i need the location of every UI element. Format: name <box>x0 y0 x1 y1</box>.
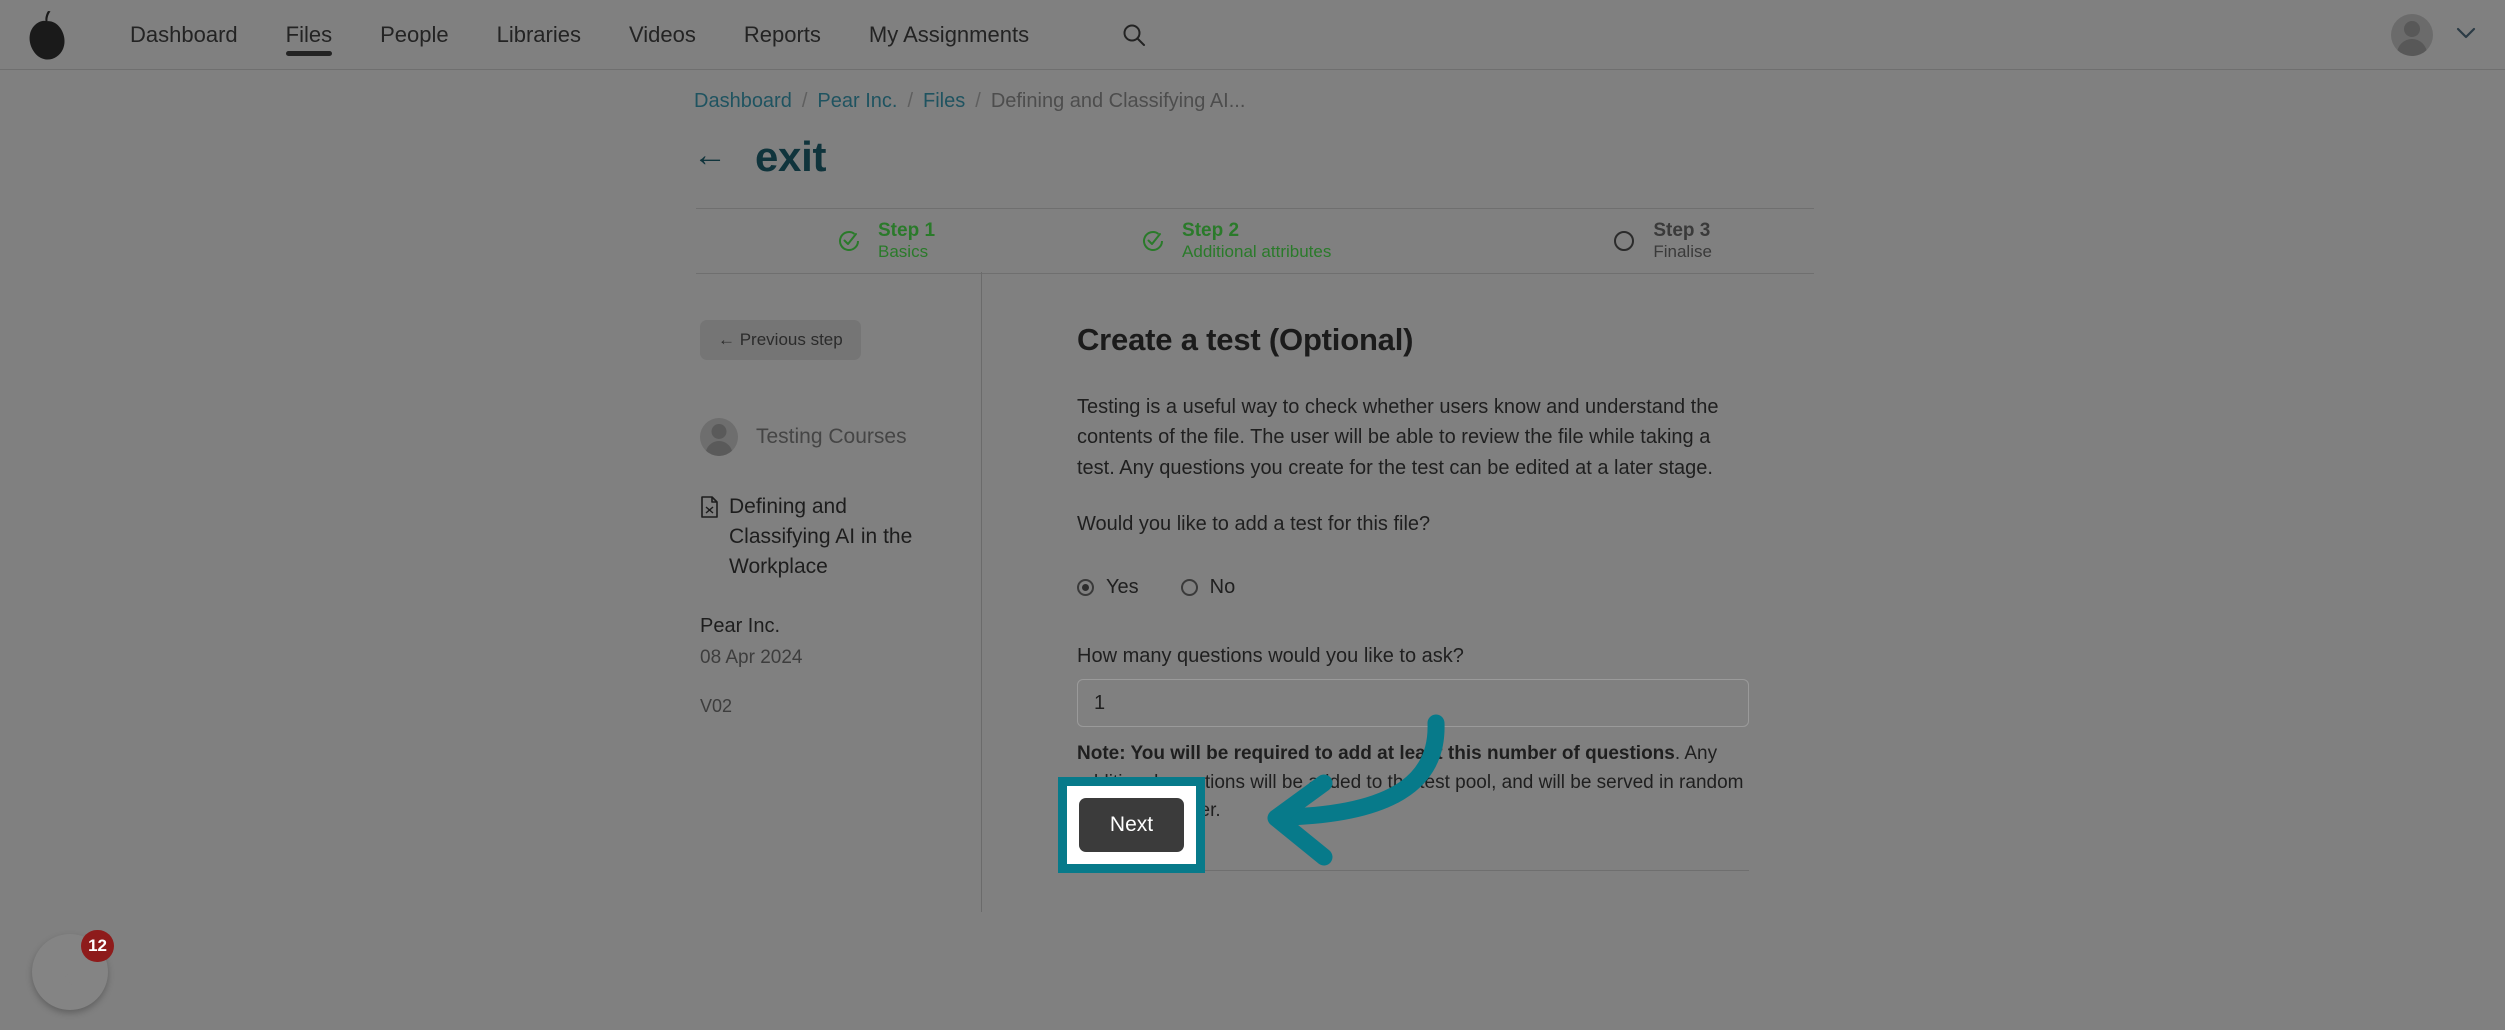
nav-item-label: Videos <box>628 21 696 47</box>
wizard-step-2[interactable]: Step 2 Additional attributes <box>1140 220 1331 262</box>
empty-circle-icon <box>1611 228 1637 254</box>
app-root: Dashboard Files People Libraries Videos … <box>0 0 2505 1030</box>
wizard-step-1-text: Step 1 Basics <box>878 220 935 262</box>
avatar-head <box>2404 21 2420 37</box>
breadcrumb-separator: / <box>907 90 914 112</box>
breadcrumb-item-dashboard[interactable]: Dashboard <box>694 90 792 113</box>
note-bold-part: Note: You will be required to add at lea… <box>1077 743 1675 765</box>
question-count-label: How many questions would you like to ask… <box>1077 645 1464 668</box>
nav-item-label: My Assignments <box>868 21 1030 47</box>
wizard-step-title: Step 2 <box>1182 219 1240 241</box>
help-widget: 12 <box>32 930 114 1010</box>
nav-item-label: Reports <box>743 21 821 47</box>
wizard-step-3-text: Step 3 Finalise <box>1653 220 1712 262</box>
nav-item-label: Files <box>285 21 333 47</box>
chevron-down-icon[interactable] <box>2455 26 2477 45</box>
nav-item-files[interactable]: Files <box>285 0 333 70</box>
form-intro-text: Testing is a useful way to check whether… <box>1077 396 1719 479</box>
page-header: ← exit <box>693 133 826 181</box>
check-circle-icon <box>836 228 862 254</box>
nav-item-label: Dashboard <box>130 21 238 47</box>
course-row: Testing Courses <box>700 418 965 456</box>
next-button-highlight-box: Next <box>1058 777 1205 873</box>
organisation-name: Pear Inc. <box>700 615 781 638</box>
wizard-step-subtitle: Additional attributes <box>1182 241 1332 261</box>
nav-links: Dashboard Files People Libraries Videos … <box>130 0 1147 70</box>
wizard-step-3[interactable]: Step 3 Finalise <box>1611 220 1712 262</box>
column-divider <box>981 272 982 912</box>
pear-logo-icon[interactable] <box>0 0 90 70</box>
radio-yes[interactable] <box>1077 579 1094 597</box>
course-avatar-icon <box>700 418 738 456</box>
course-name: Testing Courses <box>756 425 907 448</box>
nav-item-label: People <box>380 21 449 47</box>
breadcrumb-item-pear-inc[interactable]: Pear Inc. <box>817 90 897 113</box>
wizard-step-title: Step 1 <box>878 219 936 241</box>
nav-item-reports[interactable]: Reports <box>744 0 821 70</box>
previous-step-button[interactable]: ← Previous step <box>700 320 861 360</box>
breadcrumb: Dashboard / Pear Inc. / Files / Defining… <box>694 90 1245 113</box>
wizard-step-indicator: Step 1 Basics Step 2 Additional attribut… <box>696 208 1814 274</box>
file-name-row: Defining and Classifying AI in the Workp… <box>700 492 950 581</box>
form-title: Create a test (Optional) <box>1077 322 1414 357</box>
nav-item-videos[interactable]: Videos <box>629 0 696 70</box>
nav-item-dashboard[interactable]: Dashboard <box>130 0 238 70</box>
nav-item-label: Libraries <box>496 21 581 47</box>
wizard-step-subtitle: Finalise <box>1653 241 1712 261</box>
wizard-step-1[interactable]: Step 1 Basics <box>836 220 935 262</box>
search-icon[interactable] <box>1121 22 1147 48</box>
wizard-step-2-text: Step 2 Additional attributes <box>1182 220 1331 262</box>
user-avatar-icon[interactable] <box>2391 14 2433 56</box>
nav-item-people[interactable]: People <box>380 0 449 70</box>
avatar-body <box>705 441 733 456</box>
help-widget-badge[interactable]: 12 <box>81 930 114 962</box>
document-icon <box>700 496 719 527</box>
file-name: Defining and Classifying AI in the Workp… <box>729 495 913 578</box>
breadcrumb-separator: / <box>975 90 981 112</box>
avatar-head <box>711 424 727 439</box>
breadcrumb-item-current: Defining and Classifying AI... <box>990 90 1246 112</box>
breadcrumb-item-files[interactable]: Files <box>923 90 965 113</box>
radio-no[interactable] <box>1180 579 1198 597</box>
form-question-label: Would you like to add a test for this fi… <box>1077 513 1431 536</box>
next-button[interactable]: Next <box>1079 798 1184 852</box>
breadcrumb-separator: / <box>801 90 808 112</box>
radio-no-label: No <box>1209 576 1236 599</box>
nav-item-my-assignments[interactable]: My Assignments <box>869 0 1029 70</box>
radio-yes-label: Yes <box>1106 576 1139 599</box>
top-navigation-bar: Dashboard Files People Libraries Videos … <box>0 0 2505 70</box>
question-count-input[interactable] <box>1077 679 1749 728</box>
nav-item-libraries[interactable]: Libraries <box>497 0 581 70</box>
nav-user-area <box>2391 0 2477 70</box>
page-title: exit <box>755 133 827 180</box>
next-button-region: Next <box>1058 777 1205 873</box>
file-date: 08 Apr 2024 <box>700 647 803 669</box>
wizard-step-title: Step 3 <box>1653 219 1711 241</box>
back-arrow-icon[interactable]: ← <box>693 138 727 172</box>
file-summary-sidebar: ← Previous step Testing Courses Defining… <box>700 320 965 717</box>
avatar-body <box>2397 39 2427 56</box>
wizard-step-subtitle: Basics <box>878 241 929 261</box>
check-circle-icon <box>1140 228 1166 254</box>
file-version: V02 <box>700 696 733 717</box>
add-test-radio-group: Yes No <box>1077 576 1749 599</box>
